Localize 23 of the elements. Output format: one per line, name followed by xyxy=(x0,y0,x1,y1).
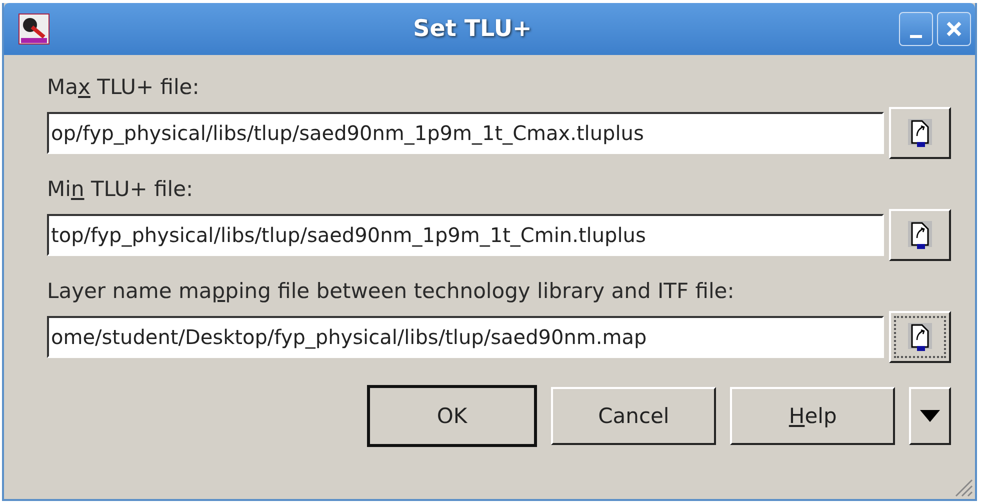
field-label: Layer name mapping file between technology library and ITF file: xyxy=(47,278,736,305)
dropdown-button[interactable] xyxy=(909,387,951,445)
dialog-button[interactable]: Help xyxy=(730,387,896,445)
caret-icon xyxy=(920,410,940,422)
app-icon xyxy=(18,13,50,45)
document-icon xyxy=(907,322,934,352)
file-path-field[interactable]: op/fyp_physical/libs/tlup/saed90nm_1p9m_1t_Cmax.tluplus xyxy=(47,112,884,154)
minimize-button[interactable] xyxy=(899,12,933,46)
document-icon xyxy=(907,220,934,250)
browse-button[interactable] xyxy=(889,209,951,261)
file-path-field[interactable]: top/fyp_physical/libs/tlup/saed90nm_1p9m_1t_Cmin.tluplus xyxy=(47,214,884,256)
minimize-icon xyxy=(910,34,922,38)
browse-button[interactable] xyxy=(889,311,951,363)
file-path-field[interactable]: ome/student/Desktop/fyp_physical/libs/tlup/saed90nm.map xyxy=(47,316,884,358)
field-label: Min TLU+ file: xyxy=(47,176,194,203)
browse-button[interactable] xyxy=(889,107,951,159)
field-label: Max TLU+ file: xyxy=(47,74,200,101)
dialog-button[interactable]: OK xyxy=(367,385,538,447)
close-button[interactable] xyxy=(937,12,971,46)
dialog-button[interactable]: Cancel xyxy=(551,387,716,445)
close-icon xyxy=(945,20,963,38)
window-title: Set TLU+ xyxy=(412,16,533,42)
document-icon xyxy=(907,118,934,148)
